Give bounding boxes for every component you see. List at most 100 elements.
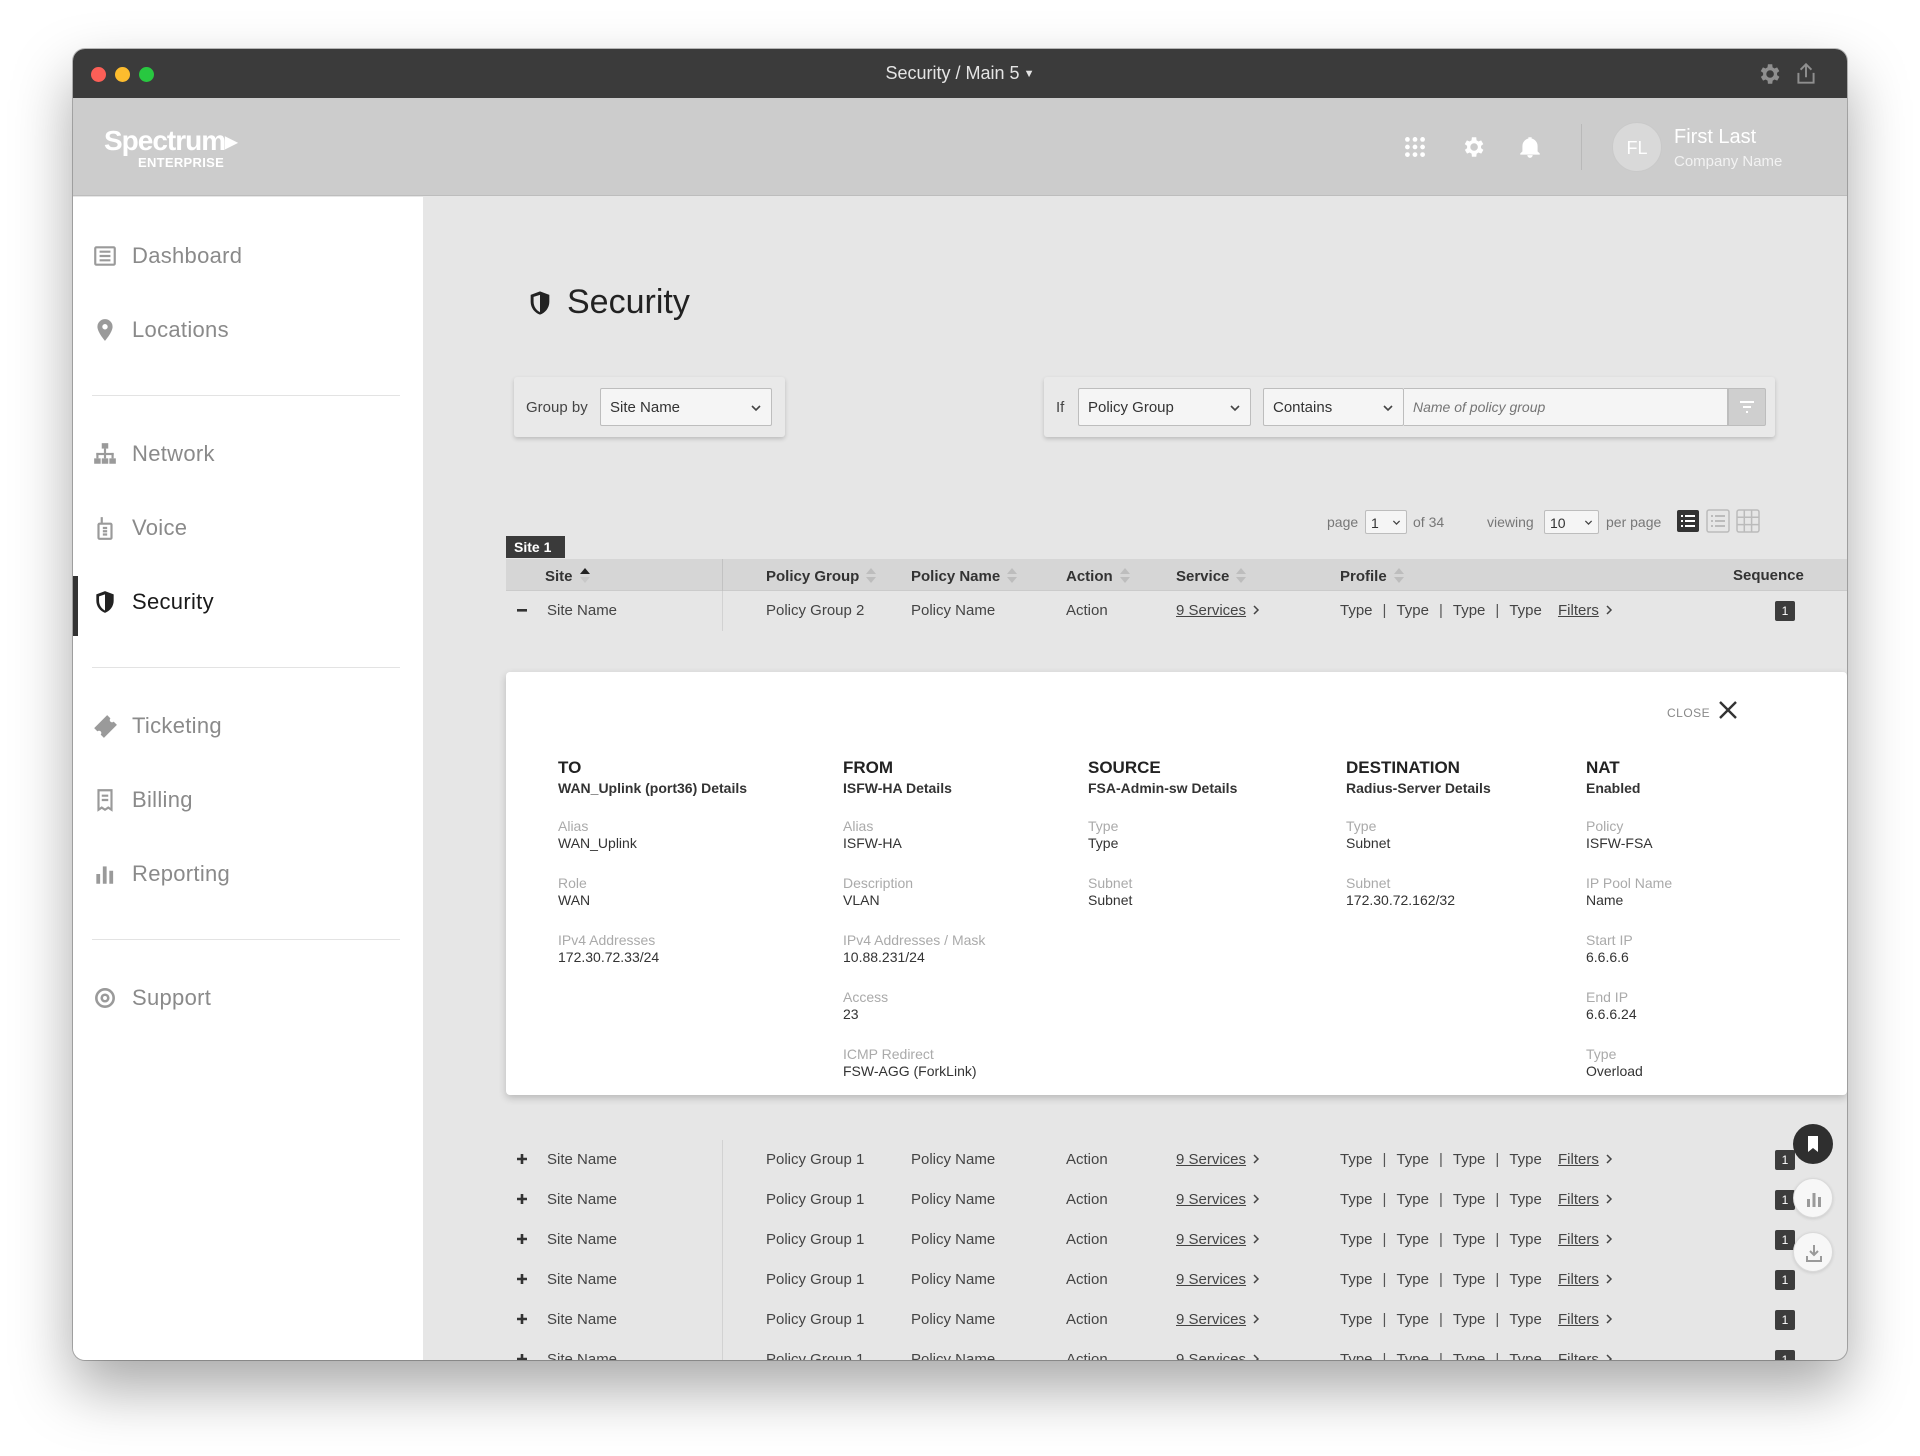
expand-plus-icon[interactable]: [515, 1232, 529, 1246]
sidebar-item-security[interactable]: Security: [73, 576, 423, 636]
filter-apply-button[interactable]: [1728, 388, 1766, 426]
cell-service-link[interactable]: 9 Services: [1176, 1271, 1261, 1288]
apps-grid-icon[interactable]: [1402, 134, 1428, 160]
services-link[interactable]: 9 Services: [1176, 602, 1246, 619]
avatar[interactable]: FL: [1612, 122, 1662, 172]
profile-type: Type: [1396, 1151, 1429, 1168]
table-row-expanded[interactable]: Site Name Policy Group 2 Policy Name Act…: [506, 591, 1847, 631]
sort-icon: [866, 568, 877, 583]
download-button[interactable]: [1793, 1232, 1833, 1272]
sidebar-item-ticketing[interactable]: Ticketing: [73, 700, 423, 752]
sidebar-item-dashboard[interactable]: Dashboard: [73, 230, 423, 282]
detail-key: IPv4 Addresses / Mask: [843, 932, 986, 948]
notification-bell-icon[interactable]: [1517, 134, 1543, 160]
cell-service-link[interactable]: 9 Services: [1176, 1231, 1261, 1248]
cell-service-link[interactable]: 9 Services: [1176, 1351, 1261, 1360]
cell-service-link[interactable]: 9 Services: [1176, 1151, 1261, 1168]
page-select[interactable]: 1: [1365, 510, 1407, 534]
filter-search-input[interactable]: [1404, 388, 1728, 426]
cell-filters-link[interactable]: Filters: [1558, 1351, 1614, 1360]
cell-filters-link[interactable]: Filters: [1558, 602, 1614, 619]
expand-plus-icon[interactable]: [515, 1152, 529, 1166]
sidebar-item-voice[interactable]: Voice: [73, 502, 423, 554]
services-link[interactable]: 9 Services: [1176, 1191, 1246, 1208]
services-link[interactable]: 9 Services: [1176, 1351, 1246, 1360]
billing-icon: [97, 789, 113, 812]
expand-plus-icon[interactable]: [515, 1312, 529, 1326]
services-link[interactable]: 9 Services: [1176, 1311, 1246, 1328]
sidebar-item-network[interactable]: Network: [73, 428, 423, 480]
column-sequence[interactable]: Sequence: [1733, 567, 1804, 584]
sequence-badge: 1: [1775, 1310, 1795, 1330]
filters-link[interactable]: Filters: [1558, 1351, 1599, 1360]
list-detailed-view-icon[interactable]: [1676, 509, 1700, 533]
column-service[interactable]: Service: [1176, 567, 1247, 585]
grid-view-icon[interactable]: [1736, 509, 1760, 533]
list-view-icon[interactable]: [1706, 509, 1730, 533]
sidebar-item-locations[interactable]: Locations: [73, 304, 423, 356]
services-link[interactable]: 9 Services: [1176, 1271, 1246, 1288]
expand-plus-icon[interactable]: [515, 1272, 529, 1286]
profile-type: Type: [1452, 1351, 1486, 1360]
table-row[interactable]: Site Name Policy Group 1 Policy Name Act…: [506, 1220, 1847, 1260]
close-label[interactable]: CLOSE: [1667, 706, 1710, 720]
groupby-select[interactable]: Site Name: [600, 388, 772, 426]
cell-service-link[interactable]: 9 Services: [1176, 1311, 1261, 1328]
filters-link[interactable]: Filters: [1558, 1191, 1599, 1208]
profile-type: Type: [1340, 602, 1373, 619]
cell-policy-name: Policy Name: [911, 1151, 996, 1168]
sidebar-divider: [92, 939, 400, 940]
profile-type: Type: [1452, 1231, 1486, 1248]
table-row[interactable]: Site Name Policy Group 1 Policy Name Act…: [506, 1260, 1847, 1300]
spectrum-logo[interactable]: Spectrum▶ ENTERPRISE: [104, 125, 237, 170]
pager-total: of 34: [1413, 514, 1445, 530]
cell-filters-link[interactable]: Filters: [1558, 1311, 1614, 1328]
cell-filters-link[interactable]: Filters: [1558, 1151, 1614, 1168]
collapse-minus-icon[interactable]: [515, 603, 529, 617]
column-policy-name[interactable]: Policy Name: [911, 567, 1018, 585]
gear-icon[interactable]: [1756, 61, 1782, 87]
column-policy-group[interactable]: Policy Group: [766, 567, 877, 585]
sequence-badge: 1: [1775, 1350, 1795, 1360]
cell-profile: Type | Type | Type | Type: [1340, 1231, 1542, 1248]
close-icon[interactable]: [1716, 698, 1740, 722]
table-row[interactable]: Site Name Policy Group 1 Policy Name Act…: [506, 1340, 1847, 1360]
cell-action: Action: [1066, 1191, 1108, 1208]
filters-link[interactable]: Filters: [1558, 1311, 1599, 1328]
cell-filters-link[interactable]: Filters: [1558, 1231, 1614, 1248]
filters-link[interactable]: Filters: [1558, 1271, 1599, 1288]
sidebar-item-billing[interactable]: Billing: [73, 774, 423, 826]
cell-service-link[interactable]: 9 Services: [1176, 1191, 1261, 1208]
column-profile[interactable]: Profile: [1340, 567, 1405, 585]
sidebar-item-reporting[interactable]: Reporting: [73, 848, 423, 900]
table-row[interactable]: Site Name Policy Group 1 Policy Name Act…: [506, 1300, 1847, 1340]
expand-plus-icon[interactable]: [515, 1352, 529, 1360]
window-title[interactable]: Security / Main 5 ▼: [73, 63, 1847, 84]
sidebar: Dashboard Locations Network Voice Securi…: [73, 197, 423, 1360]
cell-service-link[interactable]: 9 Services: [1176, 602, 1261, 619]
share-icon[interactable]: [1793, 61, 1819, 87]
filters-link[interactable]: Filters: [1558, 1151, 1599, 1168]
filters-link[interactable]: Filters: [1558, 602, 1599, 619]
column-label: Service: [1176, 568, 1230, 585]
cell-filters-link[interactable]: Filters: [1558, 1271, 1614, 1288]
column-site[interactable]: Site: [545, 567, 591, 585]
per-page-select[interactable]: 10: [1544, 510, 1599, 534]
filter-operator-select[interactable]: Contains: [1263, 388, 1404, 426]
column-action[interactable]: Action: [1066, 567, 1131, 585]
settings-gear-icon[interactable]: [1460, 134, 1486, 160]
services-link[interactable]: 9 Services: [1176, 1151, 1246, 1168]
cell-filters-link[interactable]: Filters: [1558, 1191, 1614, 1208]
bookmark-button[interactable]: [1793, 1124, 1833, 1164]
user-name[interactable]: First Last: [1674, 126, 1756, 149]
cell-profile: Type | Type | Type | Type: [1340, 1191, 1542, 1208]
column-label: Sequence: [1733, 567, 1804, 584]
sidebar-item-support[interactable]: Support: [73, 972, 423, 1024]
expand-plus-icon[interactable]: [515, 1192, 529, 1206]
filters-link[interactable]: Filters: [1558, 1231, 1599, 1248]
chart-button[interactable]: [1793, 1178, 1833, 1218]
filter-field-select[interactable]: Policy Group: [1078, 388, 1251, 426]
table-row[interactable]: Site Name Policy Group 1 Policy Name Act…: [506, 1140, 1847, 1180]
services-link[interactable]: 9 Services: [1176, 1231, 1246, 1248]
table-row[interactable]: Site Name Policy Group 1 Policy Name Act…: [506, 1180, 1847, 1220]
